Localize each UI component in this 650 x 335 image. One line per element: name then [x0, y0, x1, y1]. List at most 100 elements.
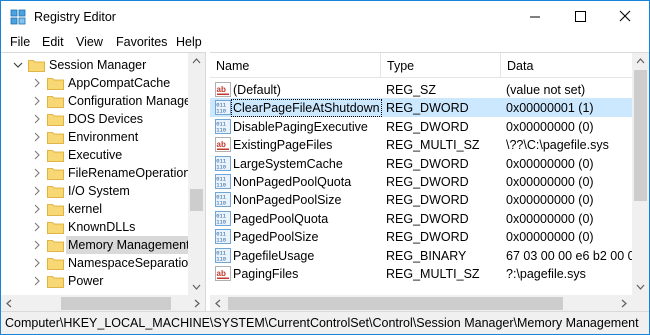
scroll-up-icon[interactable] — [188, 53, 205, 70]
folder-icon — [47, 78, 64, 90]
scroll-right-icon[interactable] — [615, 295, 632, 311]
registry-values-pane[interactable]: Name Type Data ab (Default) REG_SZ (value n… — [210, 52, 649, 311]
column-header-data[interactable]: Data — [501, 53, 641, 78]
values-horizontal-scrollbar[interactable] — [210, 295, 632, 311]
value-row[interactable]: 011 110 NonPagedPoolSize REG_DWORD 0x0000000… — [210, 190, 634, 209]
tree-item-label: Memory Management — [68, 238, 190, 252]
chevron-right-icon[interactable] — [32, 185, 42, 197]
tree-item[interactable]: kernel — [1, 200, 191, 218]
value-row[interactable]: 011 110 DisablePagingExecutive REG_DWORD 0x0… — [210, 117, 634, 136]
scroll-down-icon[interactable] — [632, 278, 649, 295]
menu-view[interactable]: View — [76, 35, 103, 49]
tree-item[interactable]: KnownDLLs — [1, 218, 191, 236]
value-name: LargeSystemCache — [233, 156, 343, 171]
tree-item[interactable]: I/O System — [1, 182, 191, 200]
tree-item[interactable]: NamespaceSeparation — [1, 254, 195, 272]
tree-item-session-manager[interactable]: Session Manager — [1, 56, 191, 74]
menu-edit[interactable]: Edit — [42, 35, 64, 49]
menu-file[interactable]: File — [10, 35, 30, 49]
value-row[interactable]: 011 110 PagefileUsage REG_BINARY 67 03 00 00… — [210, 246, 649, 265]
value-row[interactable]: 011 110 ClearPageFileAtShutdown REG_DWORD 0x… — [210, 98, 634, 118]
svg-text:ab: ab — [217, 269, 226, 278]
value-name: PagedPoolSize — [233, 230, 319, 245]
tree-horizontal-scrollbar[interactable] — [1, 295, 205, 311]
value-data: 0x00000000 (0) — [506, 230, 594, 245]
tree-hscroll-thumb[interactable] — [61, 297, 171, 310]
registry-tree-pane[interactable]: Session Manager AppCompatCache Configurat… — [1, 52, 205, 311]
value-type: REG_BINARY — [386, 248, 467, 263]
tree-item[interactable]: FileRenameOperations — [1, 164, 197, 182]
folder-icon — [47, 222, 64, 234]
value-row[interactable]: 011 110 NonPagedPoolQuota REG_DWORD 0x000000… — [210, 172, 634, 191]
value-name: NonPagedPoolQuota — [233, 175, 352, 189]
values-scroll-thumb[interactable] — [634, 70, 647, 201]
tree-item-label: I/O System — [68, 184, 130, 198]
folder-icon — [47, 276, 64, 288]
value-row[interactable]: 011 110 LargeSystemCache REG_DWORD 0x0000000… — [210, 154, 634, 173]
maximize-button[interactable] — [557, 1, 603, 32]
value-row[interactable]: ab (Default) REG_SZ (value not set) — [210, 80, 634, 99]
chevron-down-icon[interactable] — [13, 59, 23, 71]
scroll-right-icon[interactable] — [188, 295, 205, 311]
tree-scroll-thumb[interactable] — [190, 189, 203, 211]
string-value-icon: ab — [215, 137, 231, 153]
tree-item[interactable]: Configuration Manage — [1, 92, 191, 110]
value-name: PagedPoolQuota — [233, 211, 329, 226]
value-row[interactable]: ab ExistingPageFiles REG_MULTI_SZ \??\C:\pa… — [210, 135, 634, 154]
value-name: PagefileUsage — [233, 248, 315, 263]
column-header-name[interactable]: Name — [210, 53, 381, 78]
menu-favorites[interactable]: Favorites — [116, 35, 167, 49]
binary-value-icon: 011110 — [215, 118, 231, 134]
menu-help[interactable]: Help — [176, 35, 202, 49]
chevron-right-icon[interactable] — [32, 131, 42, 143]
svg-text:110: 110 — [216, 255, 226, 262]
title-bar[interactable]: Registry Editor — [1, 1, 649, 32]
value-data: 67 03 00 00 e6 b2 00 00 3 — [506, 248, 649, 263]
value-row[interactable]: ab PagingFiles REG_MULTI_SZ ?:\pagefile.sys — [210, 264, 634, 283]
tree-item[interactable]: Executive — [1, 146, 191, 164]
folder-icon — [47, 186, 64, 198]
binary-value-icon: 011110 — [215, 155, 231, 171]
value-name: ClearPageFileAtShutdown — [231, 99, 382, 118]
tree-item-label: DOS Devices — [68, 112, 144, 126]
scroll-left-icon[interactable] — [1, 295, 18, 311]
column-header-label: Data — [507, 59, 534, 73]
chevron-right-icon[interactable] — [32, 275, 42, 287]
chevron-right-icon[interactable] — [32, 221, 42, 233]
value-row[interactable]: 011 110 PagedPoolSize REG_DWORD 0x00000000 (… — [210, 227, 634, 246]
scroll-left-icon[interactable] — [210, 295, 227, 311]
tree-item[interactable]: Environment — [1, 128, 191, 146]
values-vertical-scrollbar[interactable] — [632, 53, 649, 295]
column-header-type[interactable]: Type — [381, 53, 501, 78]
svg-text:ab: ab — [217, 140, 226, 149]
binary-value-icon: 011110 — [215, 174, 231, 189]
value-row[interactable]: 011 110 PagedPoolQuota REG_DWORD 0x00000000 … — [210, 209, 634, 228]
chevron-right-icon[interactable] — [32, 239, 42, 251]
tree-item[interactable]: AppCompatCache — [1, 74, 191, 92]
tree-item[interactable]: Power — [1, 272, 191, 290]
tree-vertical-scrollbar[interactable] — [188, 53, 205, 295]
scroll-up-icon[interactable] — [632, 53, 649, 70]
tree-item[interactable]: Memory Management — [1, 236, 191, 254]
chevron-right-icon[interactable] — [32, 257, 42, 269]
tree-item[interactable]: DOS Devices — [1, 110, 191, 128]
scroll-down-icon[interactable] — [188, 278, 205, 295]
values-hscroll-thumb[interactable] — [228, 297, 563, 310]
tree-item-label: NamespaceSeparation — [68, 256, 196, 270]
chevron-right-icon[interactable] — [32, 113, 42, 125]
tree-item-label: KnownDLLs — [68, 220, 136, 234]
value-data: 0x00000000 (0) — [506, 211, 594, 226]
minimize-icon — [530, 16, 540, 18]
close-button[interactable] — [602, 1, 648, 32]
value-name: DisablePagingExecutive — [233, 119, 368, 134]
svg-text:110: 110 — [216, 237, 226, 244]
chevron-right-icon[interactable] — [32, 149, 42, 161]
chevron-right-icon[interactable] — [32, 203, 42, 215]
chevron-right-icon[interactable] — [32, 77, 42, 89]
tree-item-label: Configuration Manage — [68, 94, 191, 108]
value-type: REG_DWORD — [386, 156, 469, 171]
minimize-button[interactable] — [512, 1, 558, 32]
value-data: ?:\pagefile.sys — [506, 267, 586, 281]
chevron-right-icon[interactable] — [32, 95, 42, 107]
chevron-right-icon[interactable] — [32, 167, 42, 179]
